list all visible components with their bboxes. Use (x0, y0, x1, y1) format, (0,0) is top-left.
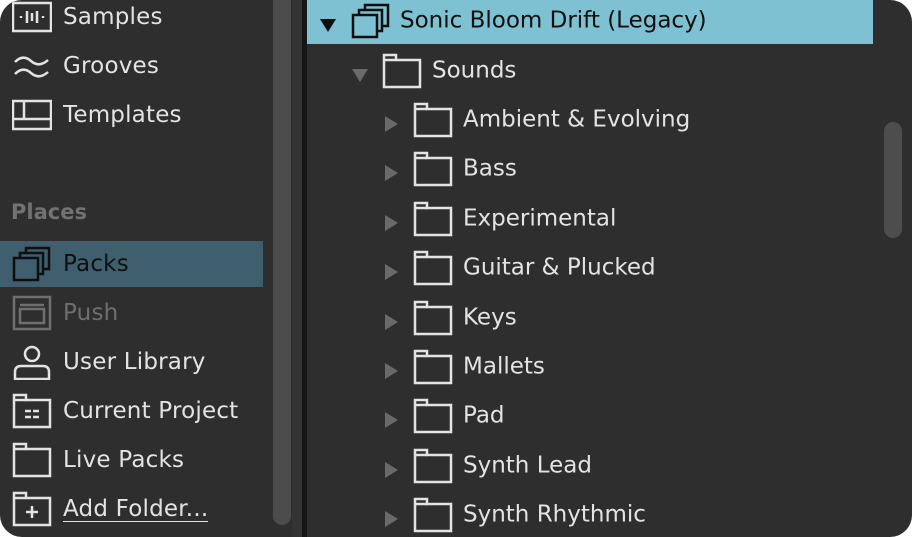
sidebar-item-label: Add Folder... (63, 496, 209, 522)
template-grid-icon (11, 97, 53, 133)
expand-arrow-down-icon[interactable] (320, 13, 336, 32)
expand-arrow-right-icon[interactable] (383, 359, 399, 379)
folder-icon (382, 53, 422, 89)
tree-row-folder[interactable]: Synth Lead (307, 443, 873, 489)
folder-icon (413, 102, 453, 138)
tree-row-label: Synth Rhythmic (463, 501, 646, 528)
packs-stack-icon (351, 3, 391, 39)
waveform-icon (11, 0, 53, 35)
folder-icon (413, 497, 453, 533)
expand-arrow-right-icon[interactable] (383, 161, 399, 182)
sidebar-item-push[interactable]: Push (0, 290, 263, 336)
user-icon (12, 344, 52, 381)
tree-row-folder[interactable]: Keys (307, 295, 873, 341)
folder-icon (413, 448, 453, 484)
browser-window: Samples Grooves Templates Places Packs P… (0, 0, 912, 537)
packs-stack-icon (12, 246, 52, 282)
sidebar-item-label: Grooves (63, 53, 160, 79)
tree-row-sounds[interactable]: Sounds (307, 48, 873, 94)
sidebar-item-label: Templates (63, 102, 182, 128)
sidebar-item-samples[interactable]: Samples (0, 0, 263, 40)
tree-row-label: Ambient & Evolving (463, 106, 691, 133)
expand-arrow-right-icon[interactable] (383, 408, 399, 429)
sidebar-item-templates[interactable]: Templates (0, 92, 263, 138)
tree-row-label: Guitar & Plucked (463, 254, 656, 281)
sidebar-item-user-library[interactable]: User Library (0, 339, 263, 385)
folder-icon (413, 201, 453, 237)
content-tree: Sonic Bloom Drift (Legacy) Sounds Ambien… (307, 0, 912, 537)
folder-icon (413, 300, 453, 336)
sidebar-item-grooves[interactable]: Grooves (0, 43, 263, 89)
tree-row-label: Mallets (463, 353, 545, 380)
sidebar-item-label: Samples (63, 4, 163, 30)
sidebar-item-label: Live Packs (63, 447, 185, 473)
sidebar-item-live-packs[interactable]: Live Packs (0, 437, 263, 483)
sidebar-item-packs[interactable]: Packs (0, 241, 263, 287)
tree-row-folder[interactable]: Synth Rhythmic (307, 492, 873, 537)
expand-arrow-right-icon[interactable] (383, 211, 399, 231)
folder-add-icon (12, 491, 52, 527)
sidebar-item-current-project[interactable]: Current Project (0, 388, 263, 434)
tree-row-folder[interactable]: Ambient & Evolving (307, 97, 873, 143)
expand-arrow-right-icon[interactable] (383, 507, 399, 528)
tree-row-label: Sounds (432, 57, 517, 84)
sidebar-item-label: Packs (63, 251, 129, 277)
places-section-header: Places (11, 200, 87, 224)
tree-row-label: Bass (463, 155, 517, 182)
pane-gap (292, 0, 302, 537)
tree-row-folder[interactable]: Guitar & Plucked (307, 245, 873, 291)
browser-sidebar: Samples Grooves Templates Places Packs P… (0, 0, 272, 537)
sidebar-item-label: User Library (63, 349, 206, 375)
tree-row-label: Pad (463, 402, 505, 429)
add-folder-button[interactable]: Add Folder... (0, 486, 263, 532)
tree-row-label: Keys (463, 304, 517, 331)
expand-arrow-right-icon[interactable] (383, 310, 399, 330)
tree-scrollbar-thumb[interactable] (884, 122, 902, 238)
folder-icon (413, 250, 453, 286)
expand-arrow-right-icon[interactable] (383, 458, 399, 478)
groove-wave-icon (12, 48, 52, 84)
expand-arrow-right-icon[interactable] (383, 260, 399, 281)
expand-arrow-right-icon[interactable] (383, 112, 399, 132)
folder-icon (413, 349, 453, 385)
folder-icon (413, 398, 453, 434)
project-folder-icon (12, 393, 52, 429)
push-device-icon (12, 295, 52, 331)
tree-row-folder[interactable]: Experimental (307, 196, 873, 242)
tree-row-label: Sonic Bloom Drift (Legacy) (400, 7, 707, 34)
folder-icon (413, 151, 453, 187)
tree-row-folder[interactable]: Pad (307, 393, 873, 439)
sidebar-scrollbar-thumb[interactable] (273, 0, 291, 525)
tree-row-folder[interactable]: Bass (307, 146, 873, 192)
folder-icon (12, 442, 52, 478)
sidebar-item-label: Push (63, 300, 119, 326)
expand-arrow-down-icon[interactable] (352, 63, 368, 82)
tree-row-root[interactable]: Sonic Bloom Drift (Legacy) (307, 0, 873, 44)
tree-row-label: Experimental (463, 205, 617, 232)
tree-row-label: Synth Lead (463, 452, 592, 479)
tree-row-folder[interactable]: Mallets (307, 344, 873, 390)
sidebar-item-label: Current Project (63, 398, 239, 424)
